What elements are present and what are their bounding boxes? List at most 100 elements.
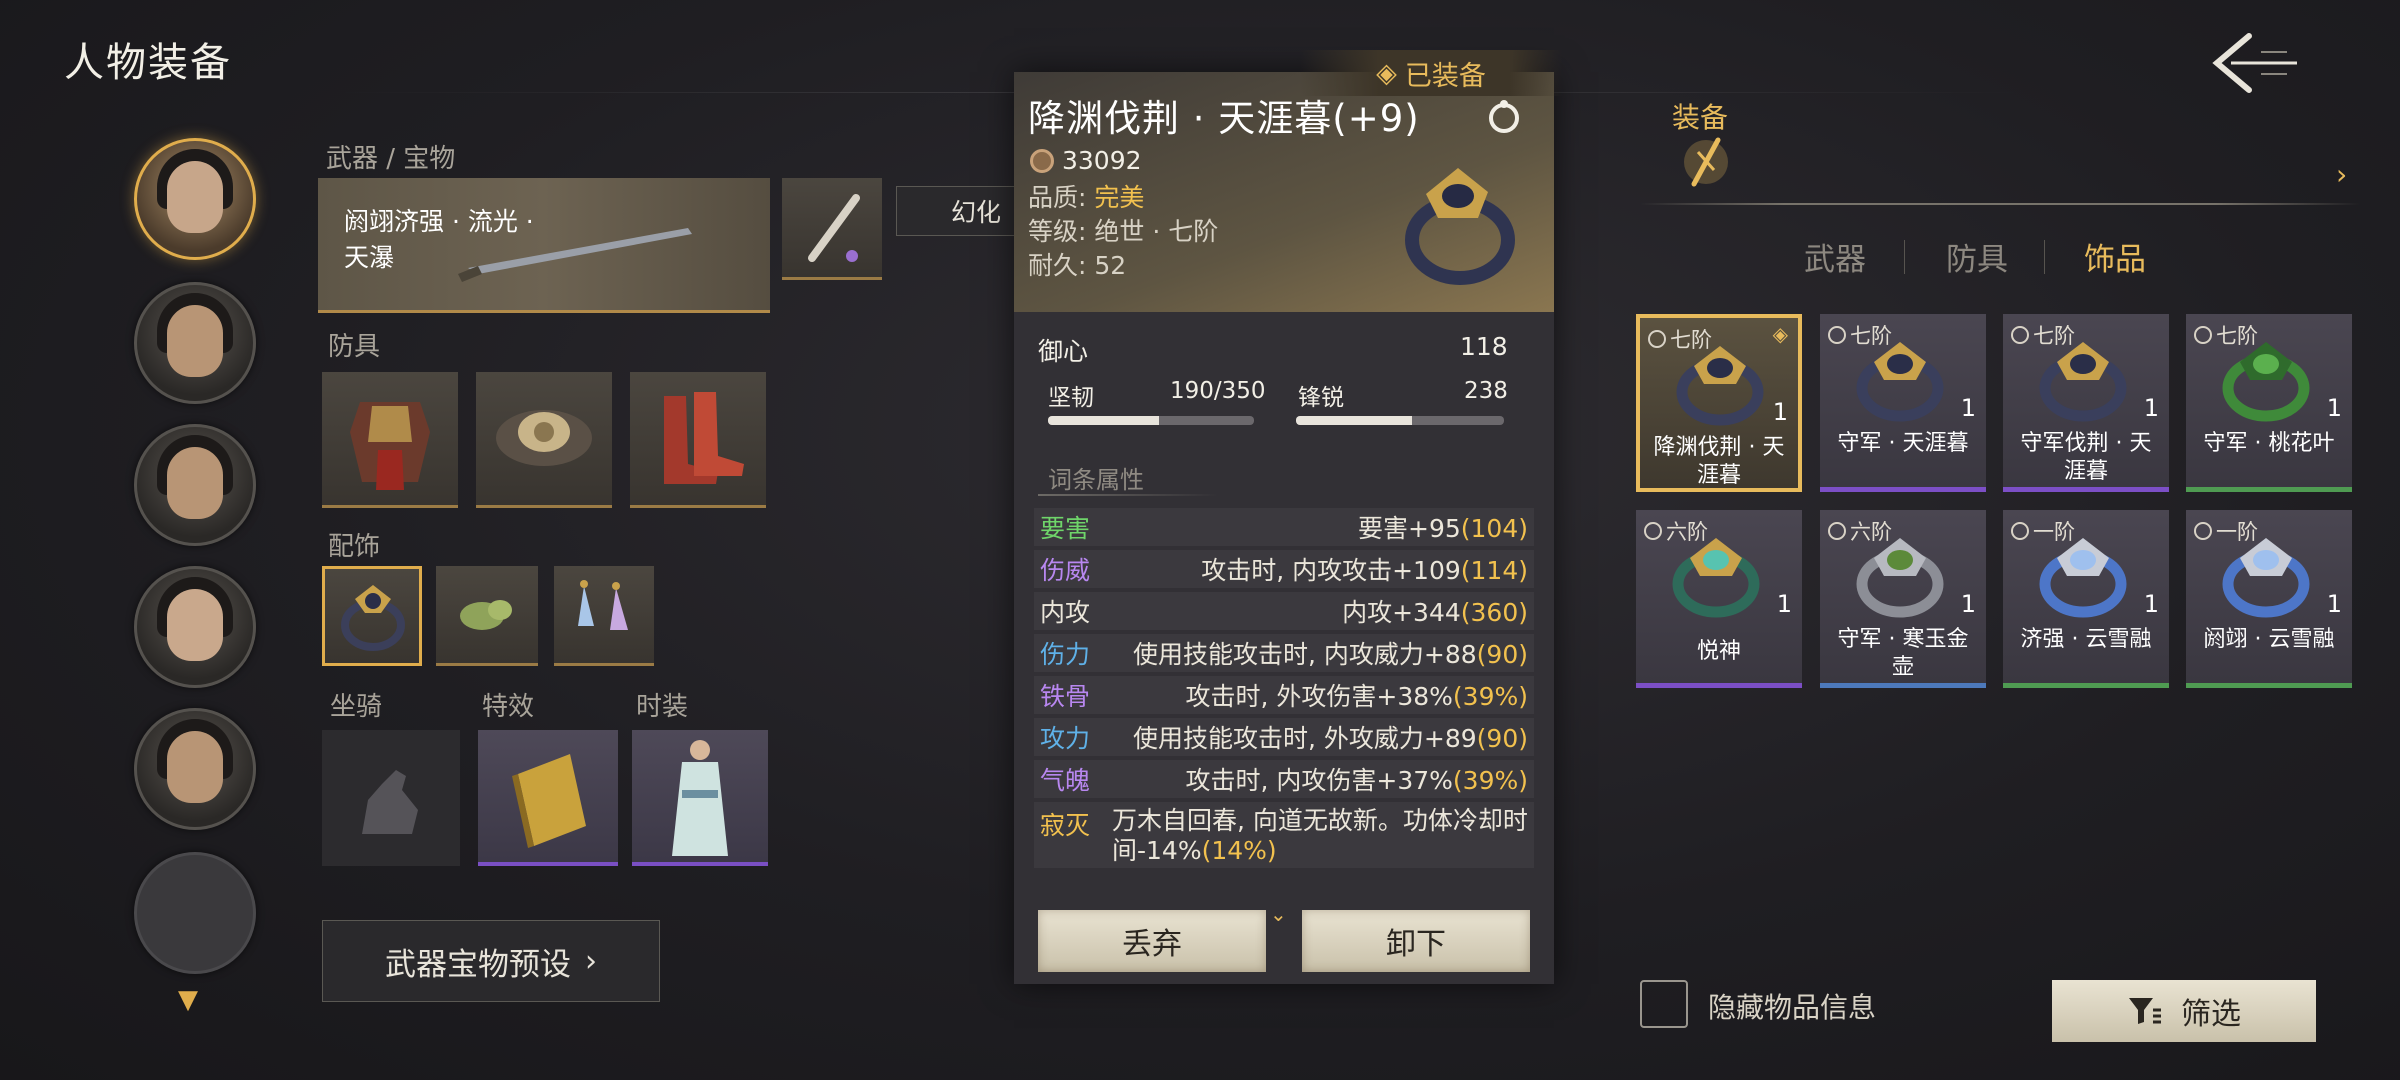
- chevron-down-icon[interactable]: ▼: [178, 985, 198, 1015]
- huanhua-button[interactable]: 幻化: [896, 186, 1016, 236]
- item-count: 1: [2326, 590, 2342, 618]
- treasure-slot[interactable]: [782, 178, 882, 280]
- ring-item-icon: [2222, 342, 2310, 422]
- ring-item-icon: [1672, 538, 1760, 618]
- character-avatar-5[interactable]: [134, 708, 256, 830]
- boots-icon: [664, 392, 744, 484]
- armor-chest-icon: [350, 402, 430, 490]
- tab-armor[interactable]: 防具: [1946, 234, 2008, 279]
- item-count: 1: [1772, 398, 1788, 426]
- character-avatar-empty[interactable]: [134, 852, 256, 974]
- ring-large-icon: [1405, 168, 1515, 285]
- quality-value: 完美: [1094, 183, 1145, 212]
- accessory-slot-pendant[interactable]: [436, 566, 538, 666]
- attribute-row: 气魄 攻击时, 内攻伤害+37%(39%): [1034, 760, 1534, 798]
- attribute-bonus: (90): [1476, 724, 1528, 753]
- item-level: 等级: 绝世 · 七阶: [1028, 217, 1219, 246]
- attribute-value: 内攻+344(360): [1112, 593, 1528, 629]
- inventory-item[interactable]: 一阶 1 济强 · 云雪融: [2003, 510, 2169, 688]
- armor-slot-belt[interactable]: [476, 372, 612, 508]
- attribute-value: 攻击时, 外攻伤害+38%(39%): [1112, 677, 1529, 713]
- item-name: 守军 · 桃花叶: [2203, 431, 2335, 456]
- item-count: 1: [1776, 590, 1792, 618]
- attribute-row: 攻力 使用技能攻击时, 外攻威力+89(90): [1034, 718, 1534, 756]
- item-count: 1: [1960, 394, 1976, 422]
- fashion-section-label: 时装: [636, 692, 689, 722]
- weapon-section-label: 武器 / 宝物: [326, 144, 456, 174]
- item-durability: 耐久: 52: [1028, 251, 1127, 280]
- ring-item-icon: [2222, 538, 2310, 618]
- character-avatar-4[interactable]: [134, 566, 256, 688]
- filter-icon: [2129, 998, 2161, 1024]
- weapon-preset-label: 武器宝物预设: [385, 946, 571, 983]
- armor-slot-boots[interactable]: [630, 372, 766, 508]
- jianren-bar: [1048, 416, 1254, 425]
- chevron-down-small-icon: ⌄: [1270, 902, 1287, 926]
- attribute-row: 铁骨 攻击时, 外攻伤害+38%(39%): [1034, 676, 1534, 714]
- item-quality-row: 品质: 完美: [1028, 178, 1144, 214]
- attribute-name: 要害: [1040, 514, 1091, 543]
- tab-accessory[interactable]: 饰品: [2084, 234, 2146, 279]
- inventory-item[interactable]: 七阶 1 守军 · 桃花叶: [2186, 314, 2352, 492]
- attribute-bonus: (360): [1460, 598, 1528, 627]
- attribute-bonus: (39%): [1452, 682, 1528, 711]
- armor-slot-body[interactable]: [322, 372, 458, 508]
- diamond-icon: ◈: [1376, 57, 1397, 89]
- attribute-name: 寂灭: [1040, 811, 1091, 840]
- chevron-right-icon: ›: [585, 943, 597, 979]
- jianren-bar-fill: [1048, 416, 1160, 425]
- accessory-section-label: 配饰: [328, 532, 381, 562]
- chevron-right-icon[interactable]: ›: [2336, 158, 2347, 191]
- fengrui-bar: [1296, 416, 1504, 425]
- weapon-preset-button[interactable]: 武器宝物预设 ›: [322, 920, 660, 1002]
- accessory-slot-earrings[interactable]: [554, 566, 654, 666]
- tab-weapon[interactable]: 武器: [1804, 234, 1866, 279]
- attribute-value: 要害+95(104): [1112, 509, 1528, 545]
- item-score-row: 33092: [1030, 146, 1142, 175]
- character-avatar-1[interactable]: [134, 138, 256, 260]
- item-count: 1: [2143, 590, 2159, 618]
- attribute-text: 攻击时, 外攻伤害+38%: [1185, 682, 1453, 711]
- item-score: 33092: [1062, 146, 1142, 175]
- mount-section-label: 坐骑: [330, 692, 383, 722]
- inventory-item[interactable]: 六阶 1 守军 · 寒玉金壶: [1820, 510, 1986, 688]
- attribute-bonus: (14%): [1201, 836, 1277, 865]
- attribute-bonus: (90): [1476, 640, 1528, 669]
- inventory-item[interactable]: 七阶 ◈ 1 降渊伐荆 · 天涯暮: [1636, 314, 1802, 492]
- scroll-book-icon: [512, 754, 586, 848]
- flute-icon: [808, 194, 860, 262]
- equip-category-icon[interactable]: [1680, 130, 1732, 200]
- discard-button[interactable]: 丢弃: [1038, 910, 1266, 972]
- attribute-name: 攻力: [1040, 724, 1091, 753]
- sword-icon: [458, 228, 692, 282]
- character-avatar-2[interactable]: [134, 282, 256, 404]
- inventory-item[interactable]: 六阶 1 悦神: [1636, 510, 1802, 688]
- mount-slot[interactable]: [322, 730, 460, 866]
- item-name: 守军 · 天涯暮: [1837, 431, 1969, 456]
- coin-icon: [1030, 148, 1054, 173]
- hide-info-checkbox[interactable]: [1640, 980, 1688, 1028]
- unequip-button[interactable]: 卸下: [1302, 910, 1530, 972]
- fashion-slot[interactable]: [632, 730, 768, 866]
- attribute-row: 伤力 使用技能攻击时, 内攻威力+88(90): [1034, 634, 1534, 672]
- attribute-value: 使用技能攻击时, 外攻威力+89(90): [1112, 719, 1528, 755]
- back-button[interactable]: [2205, 28, 2301, 98]
- attribute-row: 内攻 内攻+344(360): [1034, 592, 1534, 630]
- weapon-slot[interactable]: 阏翊济强 · 流光 · 天瀑: [318, 178, 770, 313]
- character-avatar-3[interactable]: [134, 424, 256, 546]
- inventory-item[interactable]: 一阶 1 阏翊 · 云雪融: [2186, 510, 2352, 688]
- attribute-text: 攻击时, 内攻伤害+37%: [1185, 766, 1453, 795]
- effect-slot[interactable]: [478, 730, 618, 866]
- fengrui-label: 锋锐: [1298, 385, 1344, 411]
- yuxin-label: 御心: [1038, 337, 1089, 366]
- horse-icon: [362, 770, 418, 834]
- armor-section-label: 防具: [328, 332, 381, 362]
- attribute-name: 铁骨: [1040, 682, 1091, 711]
- back-arrow-icon: [2212, 33, 2297, 93]
- outfit-icon: [672, 740, 728, 856]
- inventory-item[interactable]: 七阶 1 守军 · 天涯暮: [1820, 314, 1986, 492]
- inventory-item[interactable]: 七阶 1 守军伐荆 · 天涯暮: [2003, 314, 2169, 492]
- attribute-name: 伤力: [1040, 640, 1091, 669]
- accessory-slot-ring[interactable]: [322, 566, 422, 666]
- filter-button[interactable]: 筛选: [2052, 980, 2316, 1042]
